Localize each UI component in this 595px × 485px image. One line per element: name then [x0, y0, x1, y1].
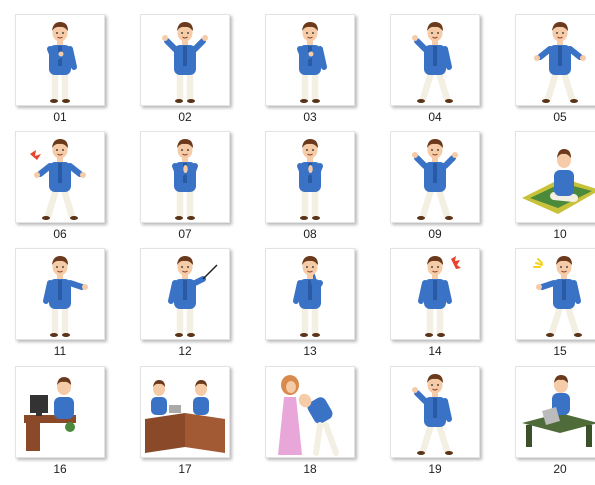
thumbnail-item[interactable]: 11: [15, 248, 105, 362]
boy-gesturing-icon: [412, 374, 453, 455]
boy-pointing-icon: [533, 256, 582, 337]
boy-thinking-icon: [293, 256, 323, 337]
thumbnail-image[interactable]: [265, 248, 355, 340]
thumbnail-image[interactable]: [265, 14, 355, 106]
thumbnail-image[interactable]: [390, 14, 480, 106]
boy-angry-icon: [30, 139, 86, 220]
boy-explaining-icon: [43, 256, 88, 337]
thumbnail-item[interactable]: 18: [265, 366, 355, 480]
thumbnail-item[interactable]: 09: [390, 131, 480, 245]
boy-with-laptop-icon: [522, 375, 595, 447]
thumbnail-item[interactable]: 04: [390, 14, 480, 128]
boy-pointing-chest-icon: [297, 22, 327, 103]
thumbnail-label: 09: [428, 227, 442, 241]
thumbnail-item[interactable]: 08: [265, 131, 355, 245]
thumbnail-item[interactable]: 02: [140, 14, 230, 128]
boy-peace-sign-icon: [162, 22, 208, 103]
thumbnail-label: 10: [553, 227, 567, 241]
thumbnail-image[interactable]: [390, 366, 480, 458]
thumbnail-image[interactable]: [515, 14, 595, 106]
thumbnail-label: 11: [53, 344, 67, 358]
thumbnail-image[interactable]: [140, 248, 230, 340]
thumbnail-item[interactable]: 10: [515, 131, 595, 245]
boy-confused-icon: [418, 256, 461, 337]
thumbnail-image[interactable]: [15, 248, 105, 340]
thumbnail-image[interactable]: [15, 14, 105, 106]
thumbnail-label: 02: [178, 110, 192, 124]
thumbnail-image[interactable]: [15, 366, 105, 458]
thumbnail-label: 16: [53, 462, 67, 476]
thumbnail-item[interactable]: 12: [140, 248, 230, 362]
thumbnail-image[interactable]: [140, 14, 230, 106]
thumbnail-image[interactable]: [515, 248, 595, 340]
thumbnail-label: 08: [303, 227, 317, 241]
thumbnail-item[interactable]: 13: [265, 248, 355, 362]
boy-holding-pointer-icon: [168, 256, 218, 337]
thumbnail-label: 06: [53, 227, 67, 241]
thumbnail-item[interactable]: 15: [515, 248, 595, 362]
thumbnail-item[interactable]: 06: [15, 131, 105, 245]
thumbnail-image[interactable]: [515, 366, 595, 458]
thumbnail-label: 04: [428, 110, 442, 124]
boy-greeting-mother-icon: [278, 375, 339, 456]
boy-thumbs-up-icon: [412, 139, 458, 220]
thumbnail-label: 05: [553, 110, 567, 124]
thumbnail-item[interactable]: 14: [390, 248, 480, 362]
boys-at-desks-icon: [145, 380, 225, 453]
thumbnail-item[interactable]: 16: [15, 366, 105, 480]
thumbnail-label: 03: [303, 110, 317, 124]
thumbnail-image[interactable]: [265, 366, 355, 458]
boy-shrugging-icon: [534, 22, 586, 103]
boy-praying-hands-icon: [172, 139, 198, 220]
thumbnail-label: 17: [178, 462, 192, 476]
thumbnail-label: 01: [53, 110, 67, 124]
thumbnail-item[interactable]: 07: [140, 131, 230, 245]
thumbnail-item[interactable]: 17: [140, 366, 230, 480]
thumbnail-item[interactable]: 01: [15, 14, 105, 128]
boy-at-computer-desk-icon: [24, 377, 76, 451]
thumbnail-item[interactable]: 05: [515, 14, 595, 128]
thumbnail-image[interactable]: [265, 131, 355, 223]
thumbnail-item[interactable]: 03: [265, 14, 355, 128]
boy-standing-icon: [47, 22, 77, 103]
thumbnail-grid: 01 02 03 04 05 06 07 08 09 10 11 12 13 1…: [0, 0, 595, 485]
thumbnail-item[interactable]: 20: [515, 366, 595, 480]
thumbnail-image[interactable]: [390, 131, 480, 223]
thumbnail-label: 15: [553, 344, 567, 358]
thumbnail-label: 12: [178, 344, 192, 358]
thumbnail-image[interactable]: [15, 131, 105, 223]
thumbnail-label: 07: [178, 227, 192, 241]
thumbnail-label: 18: [303, 462, 317, 476]
boy-presenting-icon: [412, 22, 453, 103]
thumbnail-label: 20: [553, 462, 567, 476]
thumbnail-image[interactable]: [390, 248, 480, 340]
boy-praying-hands-icon: [297, 139, 323, 220]
thumbnail-image[interactable]: [515, 131, 595, 223]
thumbnail-label: 13: [303, 344, 317, 358]
thumbnail-item[interactable]: 19: [390, 366, 480, 480]
boy-sitting-on-prayer-mat-icon: [522, 149, 595, 214]
thumbnail-image[interactable]: [140, 366, 230, 458]
thumbnail-label: 14: [428, 344, 442, 358]
thumbnail-image[interactable]: [140, 131, 230, 223]
thumbnail-label: 19: [428, 462, 442, 476]
